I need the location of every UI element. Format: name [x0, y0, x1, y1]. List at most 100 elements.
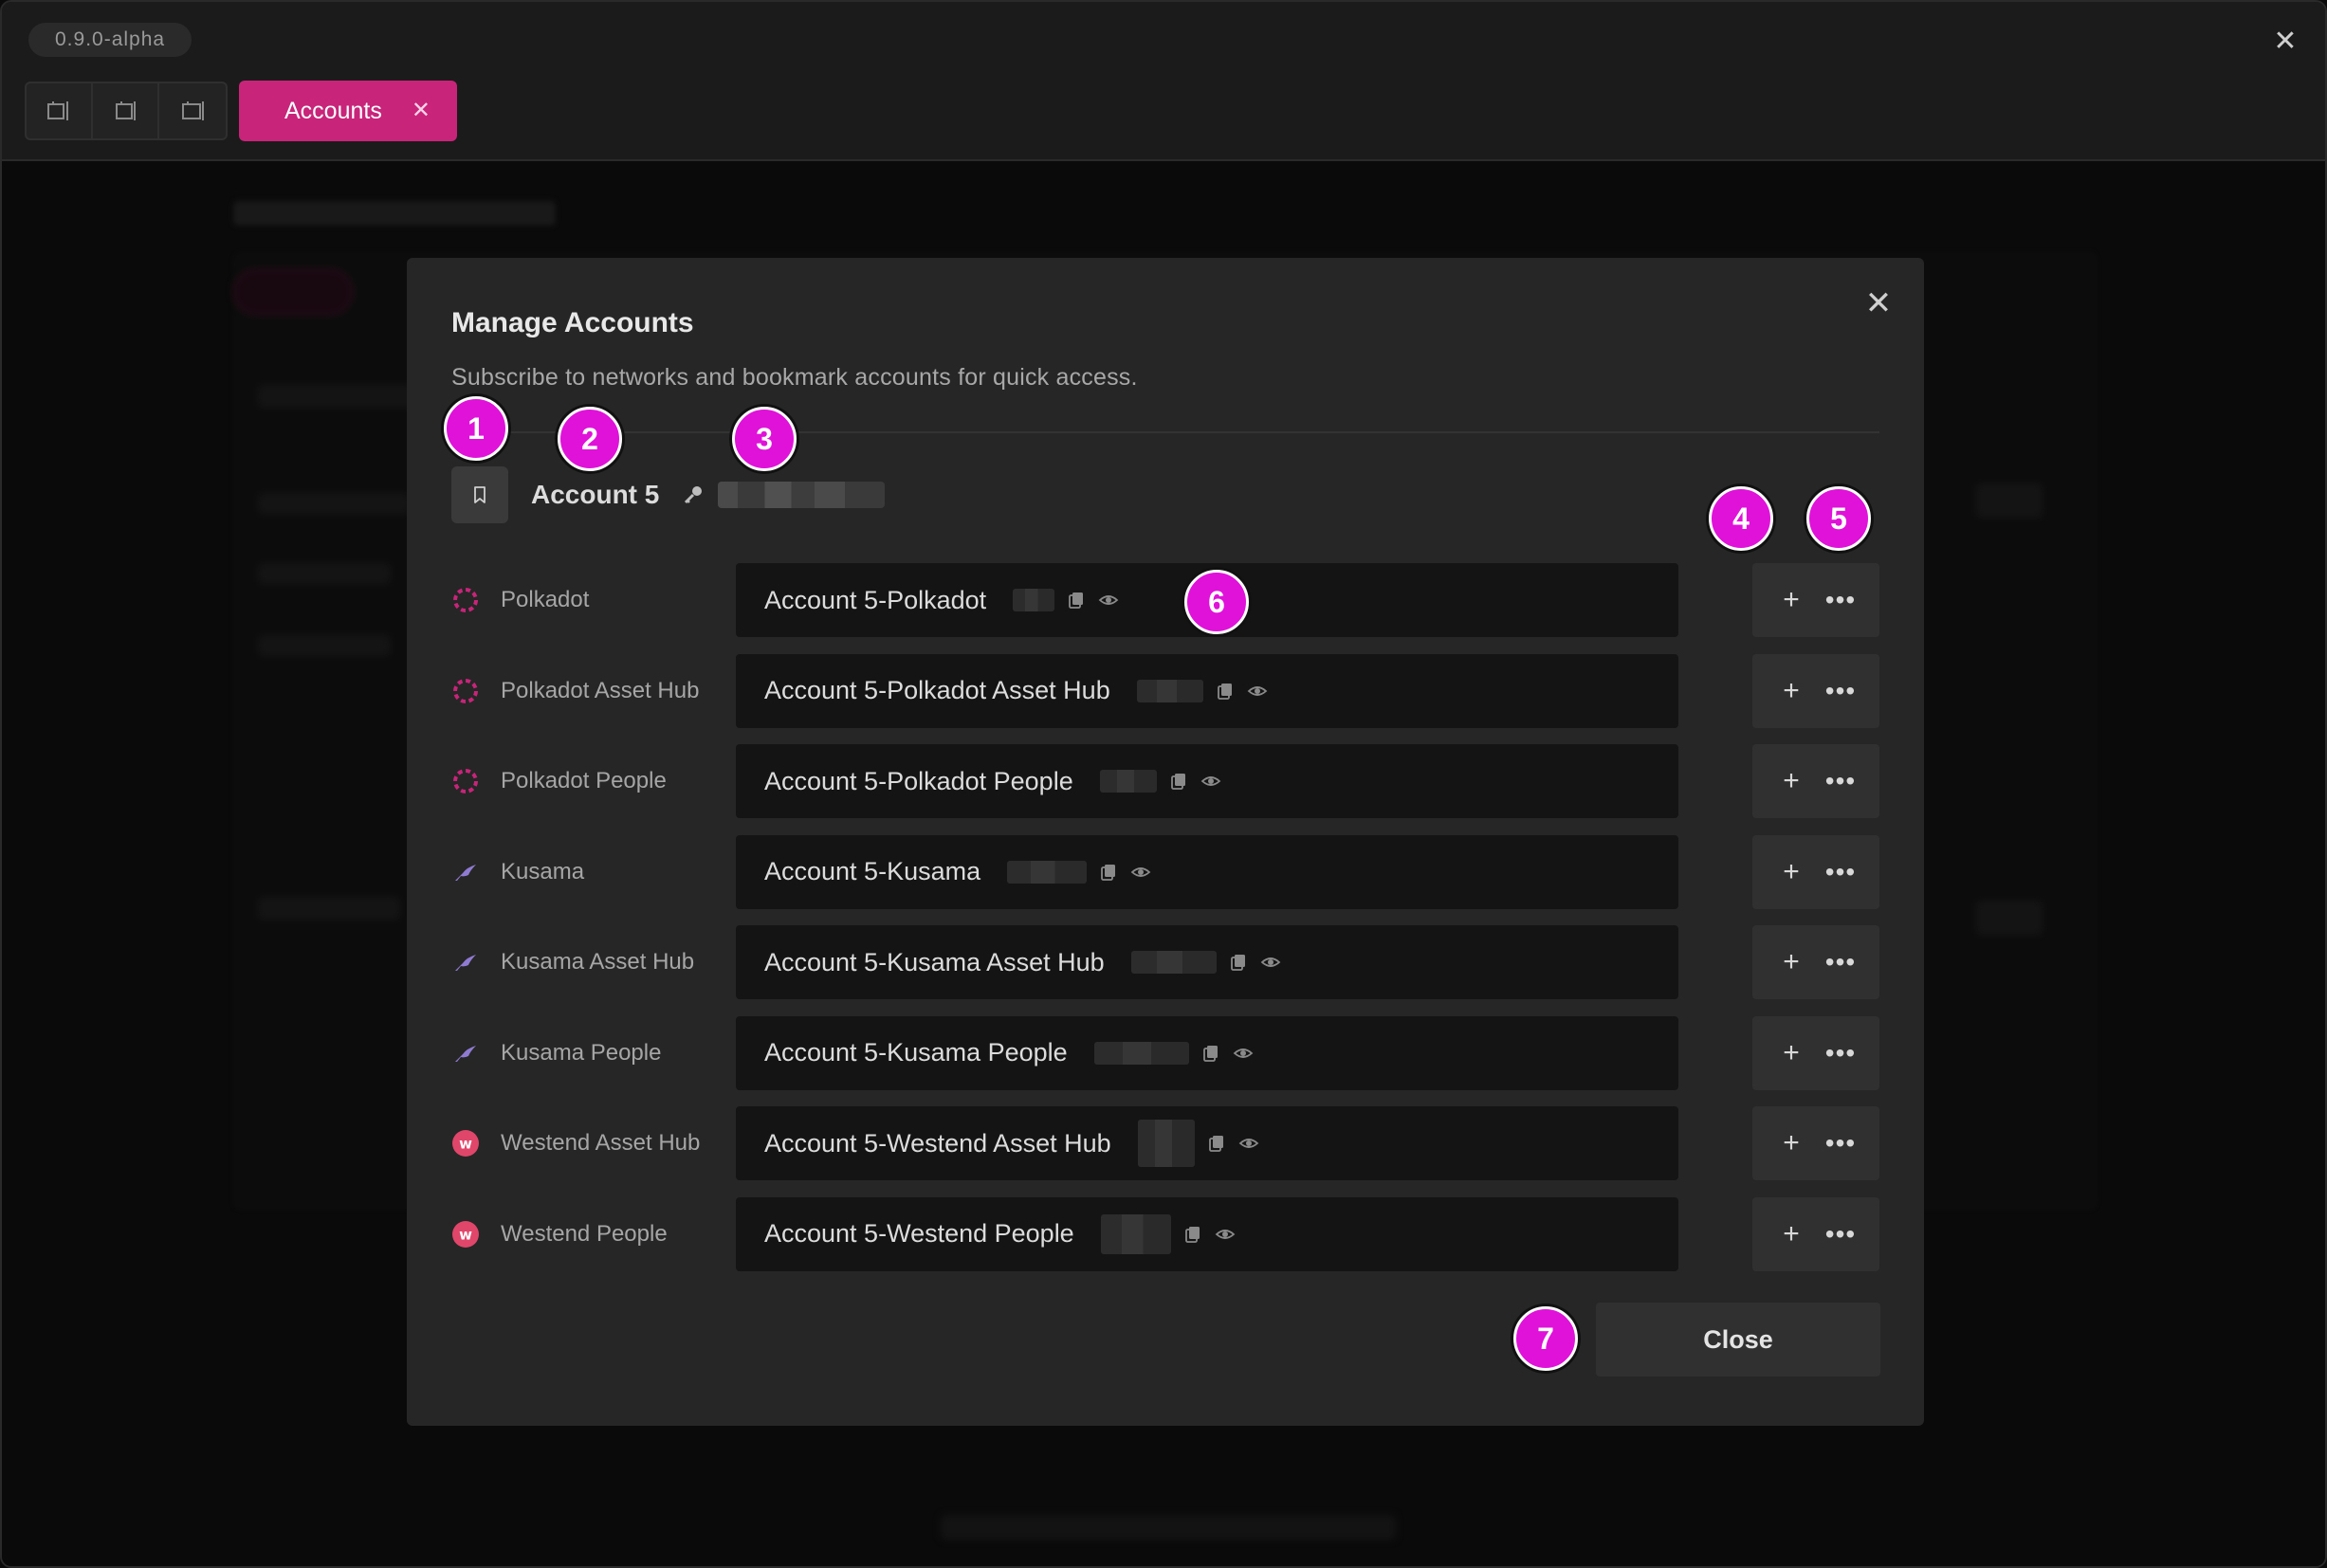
account-address-masked[interactable] [718, 482, 886, 508]
account-label: Account 5-Polkadot Asset Hub [764, 676, 1110, 704]
copy-icon[interactable] [1200, 1043, 1221, 1064]
address-masked [1093, 1041, 1189, 1065]
account-field[interactable]: Account 5-Westend People [736, 1196, 1678, 1271]
network-name: Polkadot Asset Hub [501, 677, 700, 703]
account-label: Account 5-Polkadot People [764, 766, 1073, 795]
account-field[interactable]: Account 5-Polkadot People [736, 744, 1678, 818]
account-field[interactable]: Account 5-Polkadot Asset Hub [736, 653, 1678, 728]
account-label: Account 5-Westend Asset Hub [764, 1128, 1111, 1158]
copy-icon[interactable] [1098, 862, 1119, 883]
copy-icon[interactable] [1228, 952, 1249, 973]
version-badge: 0.9.0-alpha [28, 23, 192, 57]
manage-accounts-modal: ✕ Manage Accounts Subscribe to networks … [407, 258, 1924, 1426]
layout-center-button[interactable] [93, 83, 159, 138]
top-bar: 0.9.0-alpha ✕ Accounts ✕ [2, 2, 2325, 161]
eye-icon[interactable] [1260, 952, 1281, 973]
layout-left-button[interactable] [27, 83, 93, 138]
polkadot-icon [451, 767, 480, 795]
annotation-marker-3: 3 [732, 407, 797, 471]
modal-subtitle: Subscribe to networks and bookmark accou… [451, 364, 1138, 391]
network-row-kusama-people: Kusama People Account 5-Kusama People + … [451, 1015, 1879, 1090]
modal-title: Manage Accounts [451, 307, 694, 338]
eye-icon[interactable] [1238, 1133, 1259, 1154]
svg-text:w: w [459, 1226, 472, 1243]
account-header: Account 5 [451, 466, 886, 523]
network-name: Westend Asset Hub [501, 1130, 701, 1156]
layout-left-icon [47, 101, 68, 120]
divider [451, 431, 1879, 433]
bookmark-icon [474, 486, 486, 503]
eye-icon[interactable] [1247, 681, 1268, 702]
network-name: Polkadot [501, 587, 590, 612]
network-row-westend-people: w Westend People Account 5-Westend Peopl… [451, 1196, 1879, 1271]
network-list: Polkadot Account 5-Polkadot + ••• Polkad… [451, 563, 1879, 1287]
modal-close-icon[interactable]: ✕ [1860, 284, 1897, 322]
address-masked [1137, 1120, 1195, 1167]
copy-icon[interactable] [1066, 590, 1087, 611]
eye-icon[interactable] [1200, 771, 1221, 792]
close-button[interactable]: Close [1596, 1303, 1880, 1377]
copy-icon[interactable] [1168, 771, 1189, 792]
network-row-kusama: Kusama Account 5-Kusama + ••• [451, 834, 1879, 909]
network-row-kusama-asset-hub: Kusama Asset Hub Account 5-Kusama Asset … [451, 925, 1879, 999]
more-options-button[interactable]: ••• [1802, 925, 1879, 999]
address-masked [1100, 1213, 1171, 1254]
window-close-icon[interactable]: ✕ [2268, 25, 2302, 59]
network-row-westend-asset-hub: w Westend Asset Hub Account 5-Westend As… [451, 1106, 1879, 1180]
account-label: Account 5-Kusama People [764, 1038, 1068, 1067]
eye-icon[interactable] [1130, 862, 1151, 883]
account-field[interactable]: Account 5-Westend Asset Hub [736, 1106, 1678, 1180]
more-options-button[interactable]: ••• [1802, 1196, 1879, 1271]
address-masked [1013, 589, 1055, 611]
network-name: Westend People [501, 1220, 668, 1247]
more-options-button[interactable]: ••• [1802, 1106, 1879, 1180]
svg-text:w: w [459, 1136, 472, 1153]
address-masked [1130, 951, 1217, 974]
layout-toggle-group [25, 82, 228, 140]
account-field[interactable]: Account 5-Kusama [736, 834, 1678, 909]
copy-icon[interactable] [1182, 1224, 1203, 1245]
annotation-marker-1: 1 [444, 396, 508, 461]
bookmark-button[interactable] [451, 466, 508, 523]
eye-icon[interactable] [1233, 1043, 1254, 1064]
network-row-polkadot-asset-hub: Polkadot Asset Hub Account 5-Polkadot As… [451, 653, 1879, 728]
more-options-button[interactable]: ••• [1802, 744, 1879, 818]
copy-icon[interactable] [1206, 1133, 1227, 1154]
account-field[interactable]: Account 5-Kusama People [736, 1015, 1678, 1090]
kusama-icon [451, 858, 480, 886]
kusama-icon [451, 1039, 480, 1067]
eye-icon[interactable] [1215, 1224, 1236, 1245]
more-options-button[interactable]: ••• [1802, 563, 1879, 637]
address-masked [1099, 770, 1157, 793]
polkadot-icon [451, 586, 480, 614]
more-options-button[interactable]: ••• [1802, 1015, 1879, 1090]
westend-icon: w [451, 1129, 480, 1158]
annotation-marker-6: 6 [1184, 570, 1249, 634]
layout-right-button[interactable] [159, 83, 226, 138]
tab-accounts[interactable]: Accounts ✕ [239, 81, 457, 141]
key-icon [682, 483, 705, 506]
kusama-icon [451, 948, 480, 976]
account-name: Account 5 [531, 480, 660, 509]
annotation-marker-2: 2 [558, 407, 622, 471]
polkadot-icon [451, 677, 480, 705]
annotation-marker-7: 7 [1513, 1306, 1578, 1371]
network-name: Kusama People [501, 1039, 662, 1066]
network-name: Kusama [501, 858, 585, 884]
network-name: Polkadot People [501, 768, 667, 793]
more-options-button[interactable]: ••• [1802, 653, 1879, 728]
copy-icon[interactable] [1215, 681, 1236, 702]
address-masked [1136, 679, 1203, 702]
tab-close-icon[interactable]: ✕ [412, 96, 431, 126]
eye-icon[interactable] [1098, 590, 1119, 611]
more-options-button[interactable]: ••• [1802, 834, 1879, 909]
account-field[interactable]: Account 5-Kusama Asset Hub [736, 925, 1678, 999]
westend-icon: w [451, 1220, 480, 1249]
network-row-polkadot: Polkadot Account 5-Polkadot + ••• [451, 563, 1879, 637]
tab-accounts-label: Accounts [284, 97, 382, 124]
account-label: Account 5-Kusama Asset Hub [764, 947, 1105, 976]
annotation-marker-4: 4 [1709, 486, 1773, 551]
network-name: Kusama Asset Hub [501, 949, 695, 975]
account-label: Account 5-Kusama [764, 857, 981, 885]
layout-center-icon [116, 101, 136, 120]
